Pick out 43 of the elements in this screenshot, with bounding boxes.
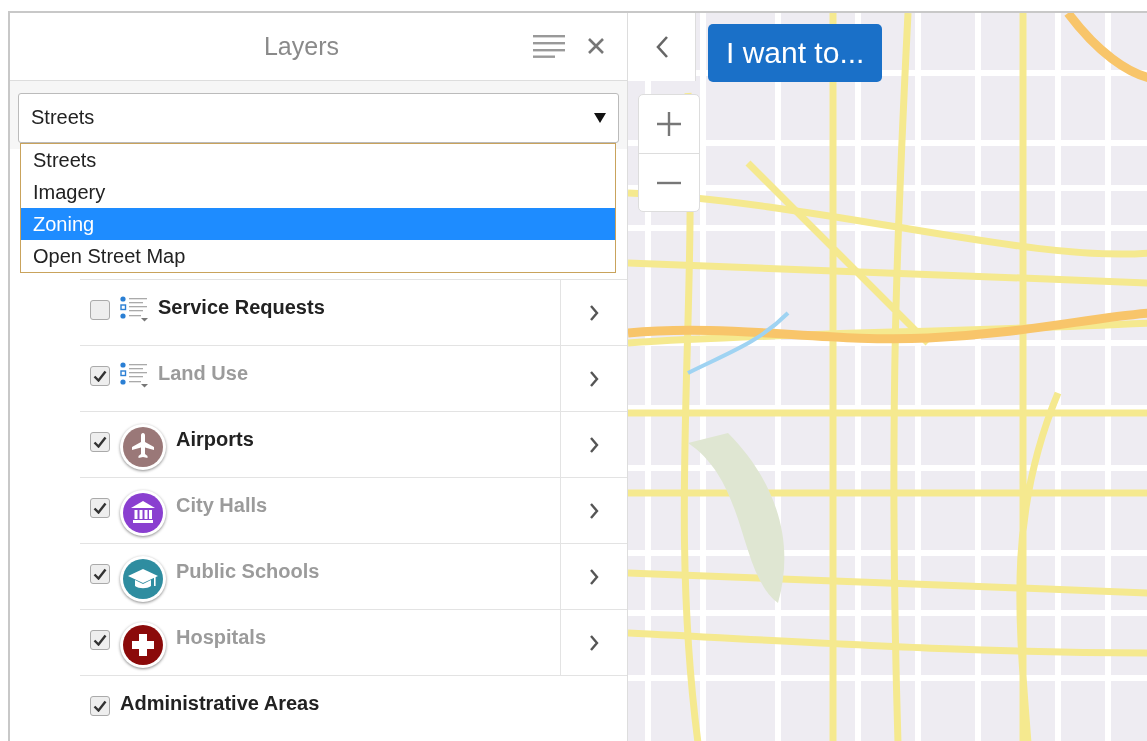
legend-list-icon	[120, 362, 148, 388]
chevron-right-icon	[589, 501, 599, 520]
checkbox[interactable]	[90, 630, 110, 650]
checkbox[interactable]	[90, 300, 110, 320]
layer-name: Hospitals	[176, 626, 267, 649]
plus-icon	[656, 111, 682, 137]
legend-list-icon	[120, 296, 148, 322]
checkbox[interactable]	[90, 366, 110, 386]
close-icon	[587, 37, 605, 56]
dropdown-option[interactable]: Imagery	[21, 176, 615, 208]
select-value: Streets	[31, 106, 95, 130]
layer-name: Airports	[176, 428, 254, 451]
minus-icon	[656, 180, 682, 185]
checkmark-icon	[93, 634, 107, 646]
chevron-right-icon	[589, 369, 599, 388]
menu-button[interactable]	[533, 34, 565, 59]
close-button[interactable]	[587, 37, 605, 56]
checkmark-icon	[93, 568, 107, 580]
checkbox[interactable]	[90, 696, 110, 716]
layer-name: Administrative Areas	[120, 692, 320, 715]
caret-icon	[594, 113, 606, 123]
chevron-right-icon	[589, 633, 599, 652]
chevron-left-icon	[654, 35, 669, 59]
basemap-select[interactable]: Streets	[18, 93, 619, 143]
checkbox[interactable]	[90, 432, 110, 452]
checkbox[interactable]	[90, 564, 110, 584]
layer-name: Land Use	[158, 362, 249, 385]
layer-name: Service Requests	[158, 296, 325, 319]
chevron-right-icon	[589, 435, 599, 454]
i-want-to-button[interactable]: I want to...	[708, 24, 883, 82]
chevron-right-icon	[589, 303, 599, 322]
menu-icon	[533, 34, 565, 59]
checkmark-icon	[93, 370, 107, 382]
checkbox[interactable]	[90, 498, 110, 518]
layer-name: City Halls	[176, 494, 268, 517]
checkmark-icon	[93, 700, 107, 712]
checkmark-icon	[93, 436, 107, 448]
panel-title: Layers	[262, 32, 340, 61]
checkmark-icon	[93, 502, 107, 514]
chevron-right-icon	[589, 567, 599, 586]
dropdown-option[interactable]: Streets	[21, 144, 615, 176]
dropdown-option[interactable]: Open Street Map	[21, 240, 615, 272]
layer-name: Public Schools	[176, 560, 320, 583]
